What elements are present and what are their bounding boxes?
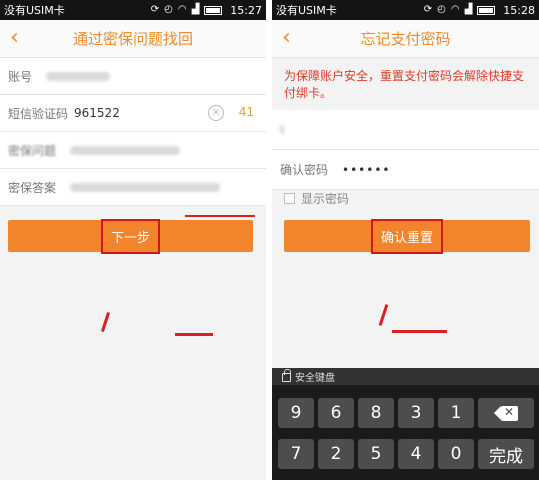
key-2[interactable]: 2 (318, 439, 354, 469)
left-screen: 没有USIM卡 ⟳ ◴ ◠ ▟ 15:27 ‹ 通过密保问题找回 账号 短信验证… (0, 0, 266, 480)
page-title: 通过密保问题找回 (72, 30, 193, 48)
confirm-password-field[interactable]: 确认密码 •••••• (272, 150, 539, 190)
backspace-icon: ✕ (494, 405, 518, 421)
key-9[interactable]: 9 (278, 398, 314, 428)
key-0[interactable]: 0 (438, 439, 474, 469)
battery-icon (477, 5, 496, 15)
account-field[interactable]: 账号 (0, 58, 266, 95)
security-answer-label: 密保答案 (8, 180, 57, 195)
confirm-reset-button[interactable]: 确认重置 (284, 218, 530, 254)
recovery-form: 账号 短信验证码 961522 × 41 密保问题 密保答案 (0, 58, 266, 206)
page-title: 忘记支付密码 (360, 30, 451, 48)
key-8[interactable]: 8 (358, 398, 394, 428)
title-bar: ‹ 忘记支付密码 (272, 20, 539, 58)
clock: 15:27 (230, 3, 262, 17)
security-answer-redacted (70, 182, 221, 192)
sms-code-label: 短信验证码 (8, 106, 69, 121)
show-password-checkbox[interactable] (284, 193, 295, 204)
security-warning: 为保障账户安全，重置支付密码会解除快捷支付绑卡。 (272, 58, 539, 110)
security-answer-field[interactable]: 密保答案 (0, 169, 266, 206)
account-value-redacted (46, 71, 111, 81)
security-question-field[interactable]: 密保问题 (0, 132, 266, 169)
sync-icon: ⟳ (150, 4, 160, 15)
carrier-label: 没有USIM卡 (276, 4, 337, 17)
wifi-icon: ◠ (177, 4, 187, 15)
signal-icon: ▟ (191, 4, 200, 15)
battery-icon (204, 5, 223, 15)
sms-countdown: 41 (238, 105, 254, 119)
reset-form: 确认密码 •••••• (272, 110, 539, 190)
clear-icon[interactable]: × (208, 105, 224, 121)
new-password-redacted (280, 125, 284, 134)
key-5[interactable]: 5 (358, 439, 394, 469)
alarm-icon: ◴ (437, 4, 446, 15)
keyboard-title: 安全键盘 (295, 373, 335, 384)
annotation-line (185, 215, 255, 217)
annotation-stroke (100, 312, 111, 332)
status-bar: 没有USIM卡 ⟳ ◴ ◠ ▟ 15:27 (0, 0, 266, 20)
security-question-redacted (70, 145, 181, 155)
security-question-label: 密保问题 (8, 143, 57, 158)
key-1[interactable]: 1 (438, 398, 474, 428)
status-icons: ⟳ ◴ ◠ ▟ 15:28 (424, 4, 535, 17)
clock: 15:28 (503, 3, 535, 17)
key-4[interactable]: 4 (398, 439, 434, 469)
annotation-line (392, 330, 447, 333)
next-step-button[interactable]: 下一步 (8, 218, 253, 254)
show-password-label: 显示密码 (301, 192, 350, 206)
done-key[interactable]: 完成 (478, 439, 534, 469)
status-icons: ⟳ ◴ ◠ ▟ 15:27 (151, 4, 262, 17)
wifi-icon: ◠ (450, 4, 460, 15)
signal-icon: ▟ (464, 4, 473, 15)
annotation-line (175, 333, 213, 336)
sms-code-field[interactable]: 短信验证码 961522 × 41 (0, 95, 266, 132)
keyboard-header: 安全键盘 (272, 368, 539, 385)
key-3[interactable]: 3 (398, 398, 434, 428)
back-arrow-icon[interactable]: ‹ (282, 26, 291, 50)
account-label: 账号 (8, 69, 33, 84)
title-bar: ‹ 通过密保问题找回 (0, 20, 266, 58)
back-arrow-icon[interactable]: ‹ (10, 26, 19, 50)
backspace-key[interactable]: ✕ (478, 398, 534, 428)
confirm-reset-label: 确认重置 (370, 218, 443, 254)
new-password-field[interactable] (272, 110, 539, 150)
confirm-password-value: •••••• (342, 162, 391, 177)
show-password-toggle[interactable]: 显示密码 (284, 190, 349, 207)
annotation-stroke (378, 304, 389, 326)
confirm-password-label: 确认密码 (280, 163, 329, 177)
lock-icon (282, 369, 291, 382)
alarm-icon: ◴ (164, 4, 173, 15)
key-7[interactable]: 7 (278, 439, 314, 469)
secure-keyboard: 安全键盘 9 6 8 3 1 ✕ 7 2 5 4 0 完成 (272, 368, 539, 480)
sms-code-value: 961522 (74, 106, 120, 120)
carrier-label: 没有USIM卡 (4, 4, 65, 17)
key-6[interactable]: 6 (318, 398, 354, 428)
status-bar: 没有USIM卡 ⟳ ◴ ◠ ▟ 15:28 (272, 0, 539, 20)
next-step-label: 下一步 (100, 218, 160, 254)
sync-icon: ⟳ (423, 4, 433, 15)
right-screen: 没有USIM卡 ⟳ ◴ ◠ ▟ 15:28 ‹ 忘记支付密码 为保障账户安全，重… (272, 0, 539, 480)
